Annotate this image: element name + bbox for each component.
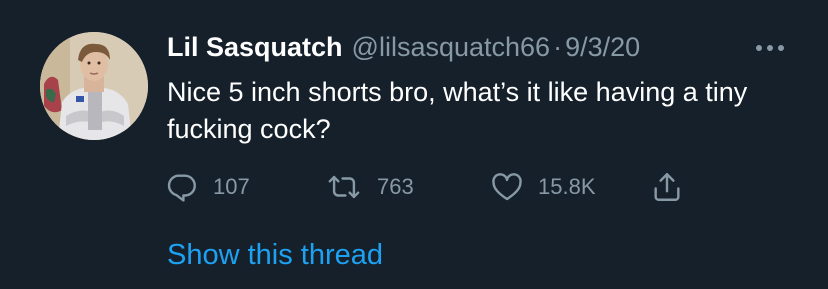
retweet-count: 763 xyxy=(377,174,414,199)
reply-icon xyxy=(165,170,199,204)
show-thread-link[interactable]: Show this thread xyxy=(167,236,383,274)
like-button[interactable]: 15.8K xyxy=(490,170,596,204)
display-name[interactable]: Lil Sasquatch xyxy=(167,30,343,64)
tweet[interactable]: Lil Sasquatch @lilsasquatch66 · 9/3/20 N… xyxy=(0,0,828,289)
avatar[interactable] xyxy=(40,32,148,140)
share-button[interactable] xyxy=(650,170,684,204)
separator-dot: · xyxy=(553,32,563,62)
reply-button[interactable]: 107 xyxy=(165,170,250,204)
tweet-header: Lil Sasquatch @lilsasquatch66 · 9/3/20 xyxy=(167,30,640,64)
tweet-date[interactable]: 9/3/20 xyxy=(565,30,640,64)
heart-icon xyxy=(490,170,524,204)
more-horizontal-icon[interactable] xyxy=(750,36,790,60)
share-icon xyxy=(650,170,684,204)
reply-count: 107 xyxy=(213,174,250,199)
retweet-icon xyxy=(325,170,363,204)
retweet-button[interactable]: 763 xyxy=(325,170,414,204)
tweet-actions: 107 763 15.8K xyxy=(165,170,705,204)
tweet-text: Nice 5 inch shorts bro, what’s it like h… xyxy=(167,77,748,144)
user-handle[interactable]: @lilsasquatch66 xyxy=(352,30,551,64)
like-count: 15.8K xyxy=(538,174,596,199)
